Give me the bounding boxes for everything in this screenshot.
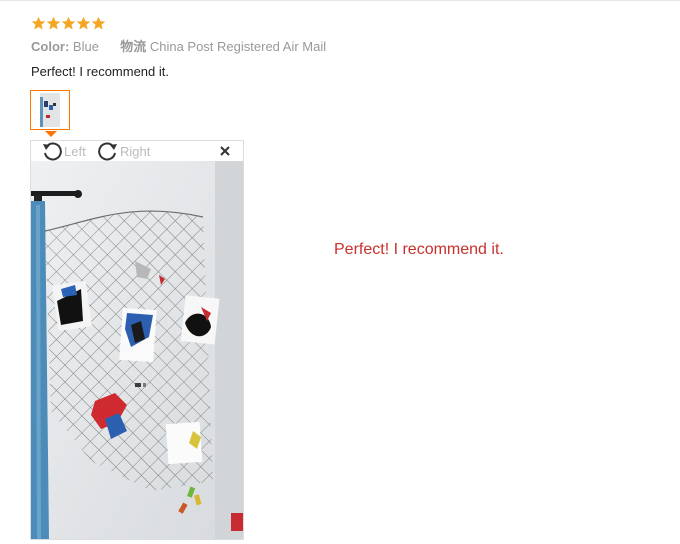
star-rating	[31, 16, 106, 31]
color-value: Blue	[72, 39, 99, 54]
thumbnail-pointer	[45, 131, 57, 137]
star-icon	[46, 16, 61, 30]
rotate-right-icon	[98, 142, 117, 161]
thumbnail-image	[40, 93, 60, 127]
star-icon	[91, 16, 106, 30]
star-icon	[61, 16, 76, 30]
rotate-right-label: Right	[120, 143, 151, 159]
divider	[0, 0, 680, 1]
viewer-toolbar: Left Right	[31, 141, 243, 161]
review-photo-thumbnail[interactable]	[30, 90, 70, 130]
image-viewer: Left Right	[30, 140, 244, 540]
order-attributes: Color: Blue 物流 China Post Registered Air…	[31, 38, 326, 55]
rotate-left-label: Left	[64, 143, 86, 159]
viewer-caption: Perfect! I recommend it.	[334, 241, 504, 258]
color-label: Color:	[31, 39, 70, 54]
review-photo	[31, 161, 243, 539]
review-text: Perfect! I recommend it.	[31, 64, 169, 79]
star-icon	[76, 16, 91, 30]
star-icon	[31, 16, 46, 30]
shipping-value: China Post Registered Air Mail	[149, 39, 327, 54]
rotate-left-button[interactable]: Left	[41, 141, 86, 161]
review-page: Color: Blue 物流 China Post Registered Air…	[0, 0, 680, 544]
rotate-right-button[interactable]: Right	[97, 141, 150, 161]
shipping-label: 物流	[120, 39, 147, 54]
close-icon[interactable]	[219, 145, 231, 157]
rotate-left-icon	[43, 142, 62, 161]
